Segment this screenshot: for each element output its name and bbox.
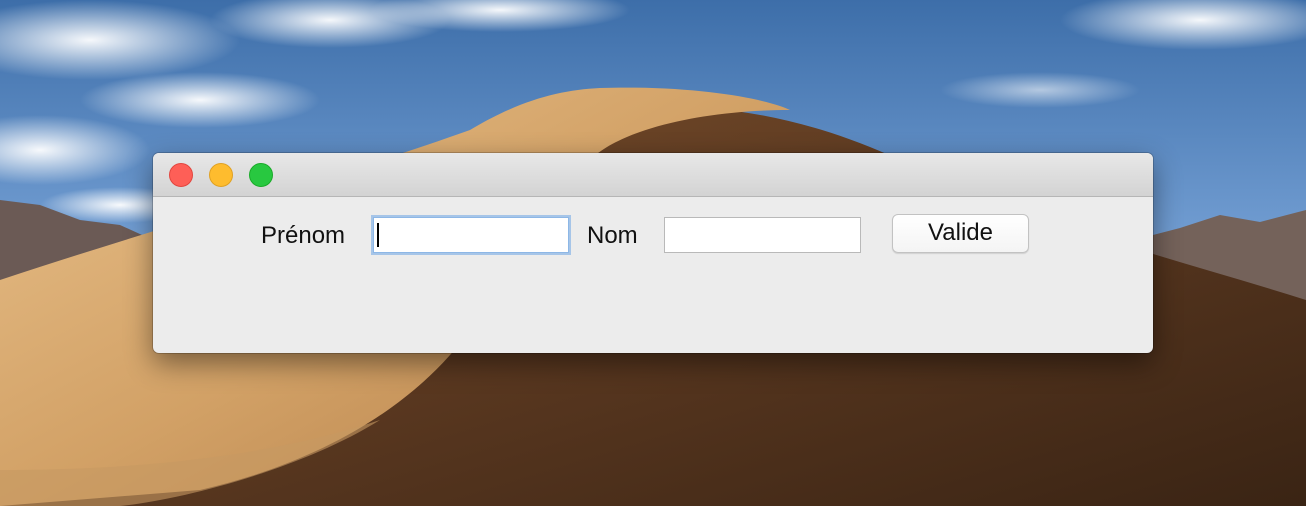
app-window: Prénom Nom Valide xyxy=(153,153,1153,353)
maximize-icon[interactable] xyxy=(249,163,273,187)
minimize-icon[interactable] xyxy=(209,163,233,187)
prenom-label: Prénom xyxy=(261,222,346,249)
valide-button[interactable]: Valide xyxy=(892,214,1029,253)
text-caret xyxy=(377,223,379,247)
window-titlebar[interactable] xyxy=(153,153,1153,197)
window-content: Prénom Nom Valide xyxy=(153,197,1153,353)
nom-input[interactable] xyxy=(665,218,860,252)
close-icon[interactable] xyxy=(169,163,193,187)
prenom-input[interactable] xyxy=(374,218,568,252)
prenom-field[interactable] xyxy=(373,217,569,253)
nom-field[interactable] xyxy=(664,217,861,253)
nom-label: Nom xyxy=(587,222,638,249)
desktop: Prénom Nom Valide xyxy=(0,0,1306,506)
